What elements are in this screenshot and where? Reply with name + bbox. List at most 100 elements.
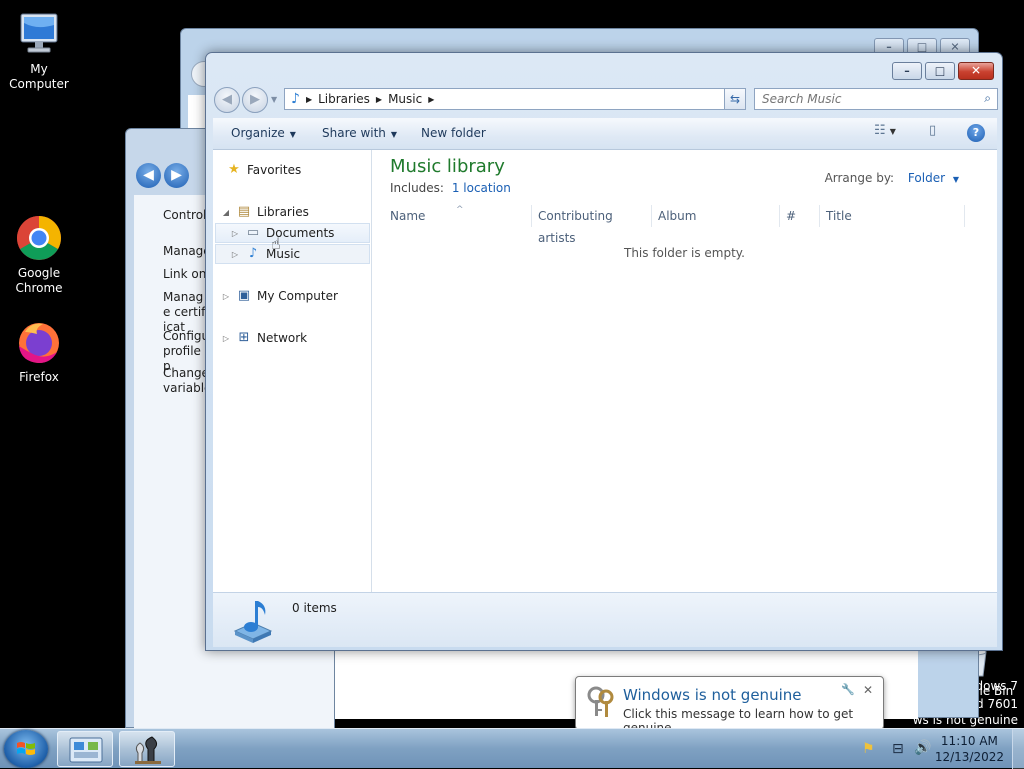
nav-network[interactable]: ▷ ⊞ Network xyxy=(221,328,307,348)
close-button[interactable]: ✕ xyxy=(958,62,994,80)
network-tray-icon[interactable]: ⊟ xyxy=(892,741,904,757)
minimize-button[interactable]: – xyxy=(892,62,922,80)
breadcrumb-separator-icon[interactable]: ▶ xyxy=(428,95,434,104)
library-icon: ▤ xyxy=(237,204,251,219)
control-panel-home-link[interactable]: Control xyxy=(163,208,206,222)
collapsed-arrow-icon[interactable]: ▷ xyxy=(221,292,231,301)
content-pane: Music library Includes: 1 location Arran… xyxy=(372,150,997,592)
nav-documents[interactable]: ▷ ▭ Documents xyxy=(215,223,370,243)
collapsed-arrow-icon[interactable]: ▷ xyxy=(230,250,240,259)
column-header-label: Name xyxy=(390,209,426,223)
column-header-title[interactable]: Title xyxy=(820,205,965,227)
hand-cursor-icon: ☝ xyxy=(271,234,281,253)
navigation-bar: ◀ ▶ ▼ ♪ ▶ Libraries ▶ Music ▶ ▼ ⇆ ⌕ xyxy=(214,87,998,113)
address-bar[interactable]: ♪ ▶ Libraries ▶ Music ▶ ▼ xyxy=(284,88,746,110)
desktop-icon-my-computer[interactable]: My Computer xyxy=(1,10,77,92)
library-includes: Includes: 1 location xyxy=(390,181,511,195)
system-clock[interactable]: 11:10 AM 12/13/2022 xyxy=(935,733,1004,765)
nav-music[interactable]: ▷ ♪ Music xyxy=(215,244,370,264)
forward-button[interactable]: ▶ xyxy=(242,87,268,113)
star-icon: ★ xyxy=(228,162,240,177)
start-button[interactable] xyxy=(4,730,48,768)
nav-network-label: Network xyxy=(257,331,308,345)
chevron-down-icon[interactable]: ▼ xyxy=(953,175,959,184)
task-link-manage[interactable]: Manage xyxy=(163,244,211,258)
game-pieces-icon xyxy=(135,736,161,764)
back-arrow-icon[interactable]: ◀ xyxy=(136,163,161,188)
refresh-icon: ⇆ xyxy=(729,92,741,106)
not-genuine-notification[interactable]: Windows is not genuine Click this messag… xyxy=(575,676,884,743)
chrome-icon xyxy=(15,214,63,262)
show-desktop-button[interactable] xyxy=(1012,729,1024,769)
details-pane: 0 items xyxy=(213,592,997,647)
explorer-window[interactable]: – □ ✕ ◀ ▶ ▼ ♪ ▶ Libraries ▶ Music ▶ ▼ ⇆ … xyxy=(205,52,1003,651)
column-header-album[interactable]: Album xyxy=(652,205,780,227)
caption-buttons: – □ ✕ xyxy=(892,62,994,80)
computer-icon: ▣ xyxy=(237,288,251,303)
clock-date: 12/13/2022 xyxy=(934,750,1004,764)
breadcrumb-music[interactable]: Music xyxy=(388,92,422,106)
library-title: Music library xyxy=(390,156,505,177)
column-header-label: # xyxy=(786,209,797,223)
navigation-pane: ★ Favorites ◢ ▤ Libraries ▷ ▭ Documents … xyxy=(213,150,372,592)
clock-time: 11:10 AM xyxy=(940,734,998,748)
search-input[interactable] xyxy=(755,89,965,109)
new-folder-label: New folder xyxy=(421,126,486,140)
monitor-icon xyxy=(15,10,63,58)
nav-my-computer[interactable]: ▷ ▣ My Computer xyxy=(221,286,338,306)
close-icon: ✕ xyxy=(970,63,982,78)
chevron-down-icon: ▼ xyxy=(889,127,896,136)
forward-arrow-icon[interactable]: ▶ xyxy=(164,163,189,188)
share-with-button[interactable]: Share with ▼ xyxy=(322,126,397,140)
settings-wrench-icon[interactable]: 🔧 xyxy=(841,683,855,696)
arrange-by-dropdown[interactable]: Folder xyxy=(908,171,945,185)
desktop-icon-google-chrome[interactable]: Google Chrome xyxy=(1,214,77,296)
nav-libraries[interactable]: ◢ ▤ Libraries xyxy=(221,202,309,222)
includes-locations-link[interactable]: 1 location xyxy=(452,181,511,195)
column-header-contributing-artists[interactable]: Contributing artists xyxy=(532,205,652,245)
volume-icon[interactable]: 🔊 xyxy=(914,740,931,756)
warning-tray-icon[interactable]: ⚑ xyxy=(862,741,875,757)
column-header-number[interactable]: # xyxy=(780,205,820,227)
command-bar: Organize ▼ Share with ▼ New folder ☷ ▼ ▯ ? xyxy=(213,118,997,150)
nav-my-computer-label: My Computer xyxy=(257,289,338,303)
breadcrumb-separator-icon[interactable]: ▶ xyxy=(306,95,312,104)
notification-title: Windows is not genuine xyxy=(623,686,802,704)
back-button[interactable]: ◀ xyxy=(214,87,240,113)
preview-pane-button[interactable]: ▯ xyxy=(929,123,936,143)
maximize-button[interactable]: □ xyxy=(925,62,955,80)
keys-icon xyxy=(586,685,618,719)
empty-folder-message: This folder is empty. xyxy=(624,246,745,260)
minimize-icon: – xyxy=(904,64,910,78)
firefox-icon xyxy=(15,318,63,366)
change-view-button[interactable]: ☷ ▼ xyxy=(874,123,896,143)
organize-button[interactable]: Organize ▼ xyxy=(231,126,296,140)
desktop-icon-label: My Computer xyxy=(9,62,69,91)
share-with-label: Share with xyxy=(322,126,386,140)
nav-favorites[interactable]: ★ Favorites xyxy=(221,160,301,180)
chevron-down-icon: ▼ xyxy=(390,130,398,139)
music-note-icon: ♪ xyxy=(248,246,258,261)
desktop-icon-firefox[interactable]: Firefox xyxy=(1,318,77,385)
help-icon: ? xyxy=(972,126,980,139)
task-link-change-variables[interactable]: Change variables xyxy=(163,366,218,396)
new-folder-button[interactable]: New folder xyxy=(421,126,486,140)
expanded-arrow-icon[interactable]: ◢ xyxy=(221,208,231,217)
search-icon[interactable]: ⌕ xyxy=(984,91,991,106)
search-box[interactable]: ⌕ xyxy=(754,88,998,110)
close-icon[interactable]: ✕ xyxy=(863,683,873,697)
collapsed-arrow-icon[interactable]: ▷ xyxy=(230,229,240,238)
document-icon: ▭ xyxy=(246,225,260,240)
collapsed-arrow-icon[interactable]: ▷ xyxy=(221,334,231,343)
breadcrumb-separator-icon[interactable]: ▶ xyxy=(376,95,382,104)
recent-pages-chevron-icon[interactable]: ▼ xyxy=(271,95,277,104)
view-list-icon: ☷ xyxy=(874,123,886,138)
column-header-name[interactable]: Name ^ xyxy=(384,205,532,227)
help-button[interactable]: ? xyxy=(967,124,985,142)
refresh-button[interactable]: ⇆ xyxy=(724,88,746,110)
breadcrumb-libraries[interactable]: Libraries xyxy=(318,92,370,106)
forward-arrow-icon: ▶ xyxy=(250,92,260,107)
taskbar-explorer-button[interactable] xyxy=(119,731,175,767)
task-link-link-online[interactable]: Link onl xyxy=(163,267,210,281)
taskbar-control-panel-button[interactable] xyxy=(57,731,113,767)
